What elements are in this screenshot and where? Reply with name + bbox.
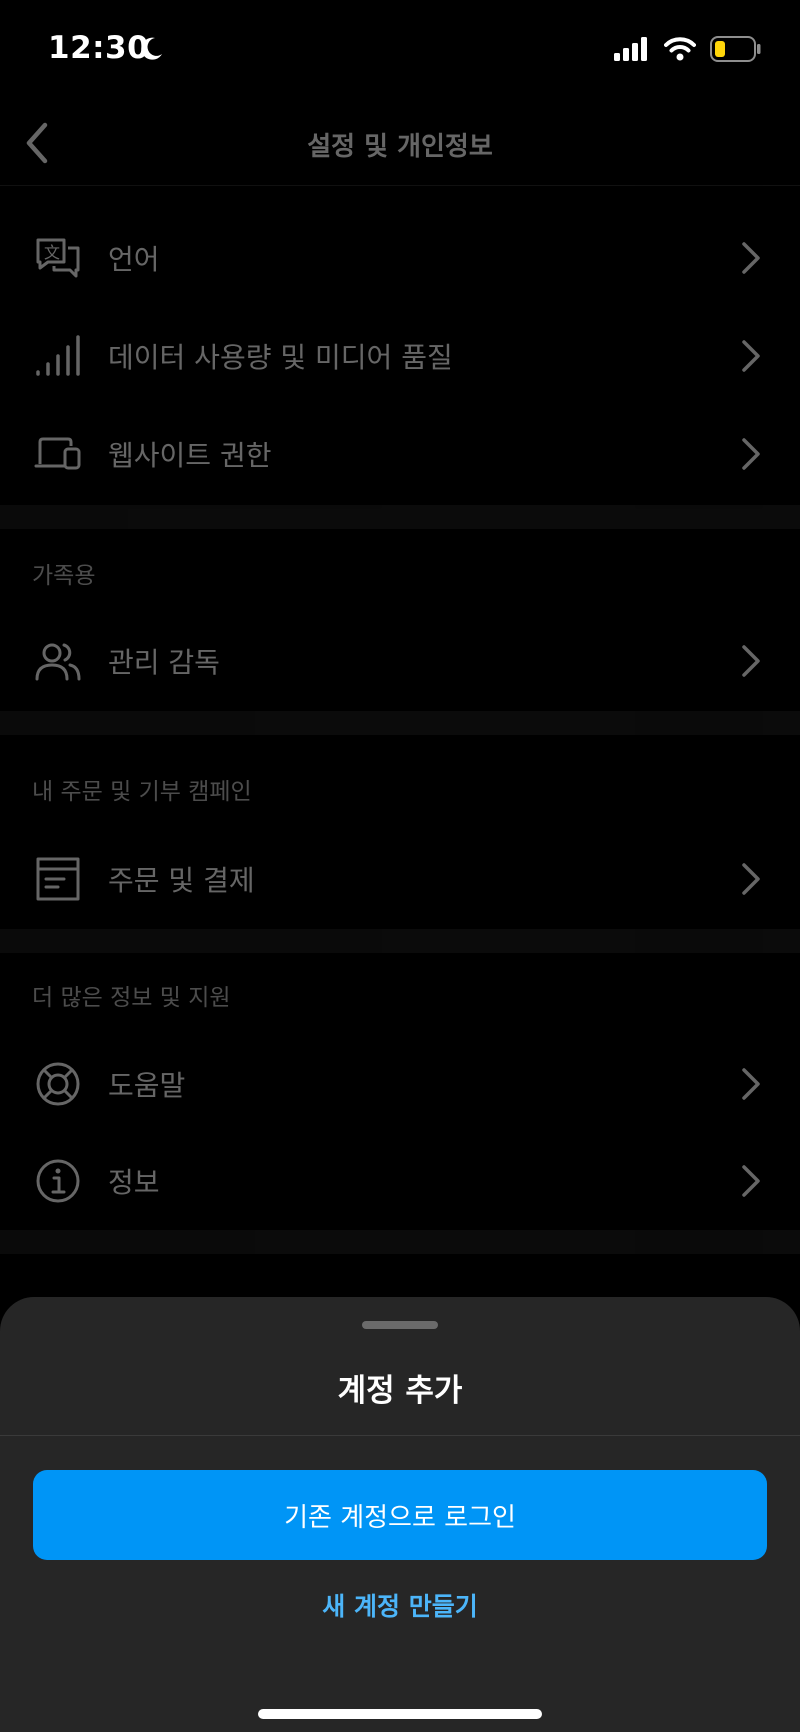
chevron-right-icon (742, 863, 760, 895)
lifebuoy-icon (32, 1058, 84, 1110)
section-divider (0, 711, 800, 735)
chevron-right-icon (742, 1165, 760, 1197)
navigation-bar: 설정 및 개인정보 (0, 100, 800, 186)
settings-item-label: 주문 및 결제 (108, 864, 255, 897)
settings-item-label: 웹사이트 권한 (108, 439, 272, 472)
chevron-right-icon (742, 340, 760, 372)
login-existing-account-button[interactable]: 기존 계정으로 로그인 (33, 1470, 767, 1560)
sheet-title: 계정 추가 (337, 1373, 463, 1409)
section-header-family: 가족용 (32, 563, 96, 589)
settings-item-orders-payments[interactable]: 주문 및 결제 (0, 830, 800, 928)
sheet-grabber[interactable] (362, 1321, 438, 1329)
order-box-icon (32, 853, 84, 905)
section-divider (0, 505, 800, 529)
settings-item-label: 도움말 (108, 1069, 186, 1102)
section-divider (0, 1230, 800, 1254)
people-icon (32, 635, 84, 687)
section-divider (0, 929, 800, 953)
section-header-support: 더 많은 정보 및 지원 (32, 985, 231, 1011)
sheet-divider (0, 1435, 800, 1436)
chevron-right-icon (742, 1068, 760, 1100)
home-indicator (258, 1709, 542, 1719)
settings-item-website-permissions[interactable]: 웹사이트 권한 (0, 405, 800, 503)
settings-item-supervision[interactable]: 관리 감독 (0, 612, 800, 710)
settings-item-label: 언어 (108, 243, 160, 276)
settings-item-label: 정보 (108, 1166, 160, 1199)
create-new-account-link[interactable]: 새 계정 만들기 (0, 1587, 800, 1623)
settings-item-help[interactable]: 도움말 (0, 1035, 800, 1133)
translate-icon: 文 (32, 232, 84, 284)
info-icon (32, 1155, 84, 1207)
signal-bars-icon (32, 330, 84, 382)
devices-icon (32, 428, 84, 480)
chevron-right-icon (742, 438, 760, 470)
settings-item-data-usage[interactable]: 데이터 사용량 및 미디어 품질 (0, 307, 800, 405)
chevron-right-icon (742, 242, 760, 274)
settings-item-about[interactable]: 정보 (0, 1132, 800, 1230)
add-account-sheet: 계정 추가 기존 계정으로 로그인 새 계정 만들기 (0, 1297, 800, 1732)
settings-item-label: 데이터 사용량 및 미디어 품질 (108, 341, 453, 374)
settings-item-label: 관리 감독 (108, 646, 220, 679)
settings-item-language[interactable]: 文 언어 (0, 209, 800, 307)
chevron-right-icon (742, 645, 760, 677)
page-title: 설정 및 개인정보 (307, 132, 493, 162)
section-header-orders: 내 주문 및 기부 캠페인 (32, 779, 252, 805)
svg-text:文: 文 (44, 243, 60, 262)
